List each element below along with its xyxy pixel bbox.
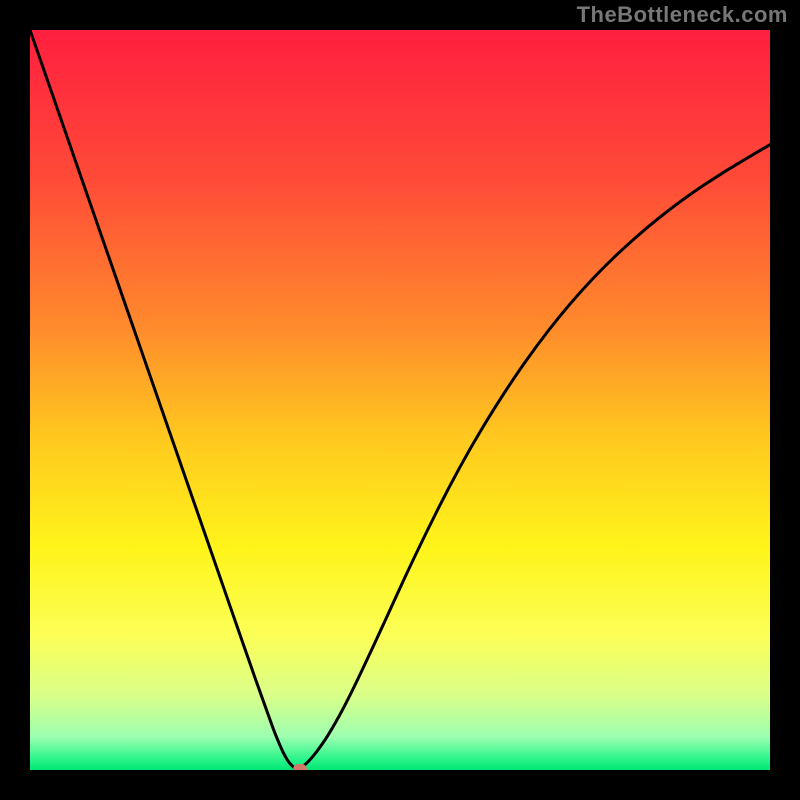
watermark-text: TheBottleneck.com <box>577 2 788 28</box>
plot-area <box>30 30 770 770</box>
curve-layer <box>30 30 770 770</box>
chart-stage: TheBottleneck.com <box>0 0 800 800</box>
bottleneck-curve <box>30 30 770 769</box>
